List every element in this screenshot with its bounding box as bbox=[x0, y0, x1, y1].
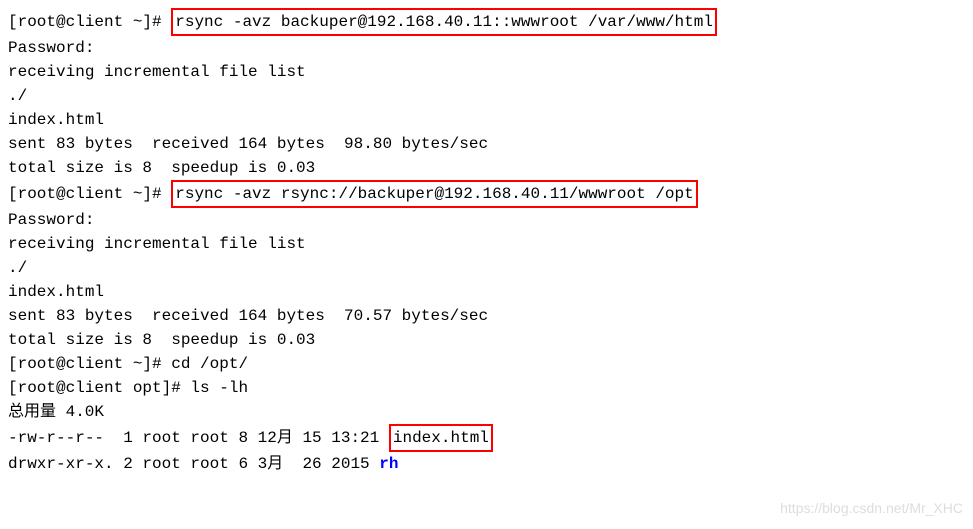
terminal-line: ./ bbox=[8, 256, 965, 280]
terminal-line: -rw-r--r-- 1 root root 8 12月 15 13:21 in… bbox=[8, 424, 965, 452]
terminal-line: [root@client ~]# rsync -avz rsync://back… bbox=[8, 180, 965, 208]
terminal-line: [root@client ~]# cd /opt/ bbox=[8, 352, 965, 376]
terminal-line: Password: bbox=[8, 208, 965, 232]
directory-name: rh bbox=[379, 455, 398, 473]
terminal-line: Password: bbox=[8, 36, 965, 60]
terminal-line: drwxr-xr-x. 2 root root 6 3月 26 2015 rh bbox=[8, 452, 965, 476]
highlighted-filename: index.html bbox=[389, 424, 493, 452]
terminal-line: receiving incremental file list bbox=[8, 232, 965, 256]
terminal-line: receiving incremental file list bbox=[8, 60, 965, 84]
terminal-line: index.html bbox=[8, 108, 965, 132]
file-listing-prefix: drwxr-xr-x. 2 root root 6 3月 26 2015 bbox=[8, 455, 379, 473]
terminal-line: ./ bbox=[8, 84, 965, 108]
terminal-line: [root@client ~]# rsync -avz backuper@192… bbox=[8, 8, 965, 36]
terminal-line: sent 83 bytes received 164 bytes 70.57 b… bbox=[8, 304, 965, 328]
terminal-line: index.html bbox=[8, 280, 965, 304]
highlighted-command-2: rsync -avz rsync://backuper@192.168.40.1… bbox=[171, 180, 697, 208]
file-listing-prefix: -rw-r--r-- 1 root root 8 12月 15 13:21 bbox=[8, 429, 389, 447]
watermark-text: https://blog.csdn.net/Mr_XHC bbox=[780, 498, 963, 519]
terminal-line: sent 83 bytes received 164 bytes 98.80 b… bbox=[8, 132, 965, 156]
terminal-line: total size is 8 speedup is 0.03 bbox=[8, 328, 965, 352]
terminal-line: [root@client opt]# ls -lh bbox=[8, 376, 965, 400]
highlighted-command-1: rsync -avz backuper@192.168.40.11::wwwro… bbox=[171, 8, 717, 36]
terminal-line: 总用量 4.0K bbox=[8, 400, 965, 424]
shell-prompt: [root@client ~]# bbox=[8, 13, 171, 31]
terminal-line: total size is 8 speedup is 0.03 bbox=[8, 156, 965, 180]
shell-prompt: [root@client ~]# bbox=[8, 185, 171, 203]
